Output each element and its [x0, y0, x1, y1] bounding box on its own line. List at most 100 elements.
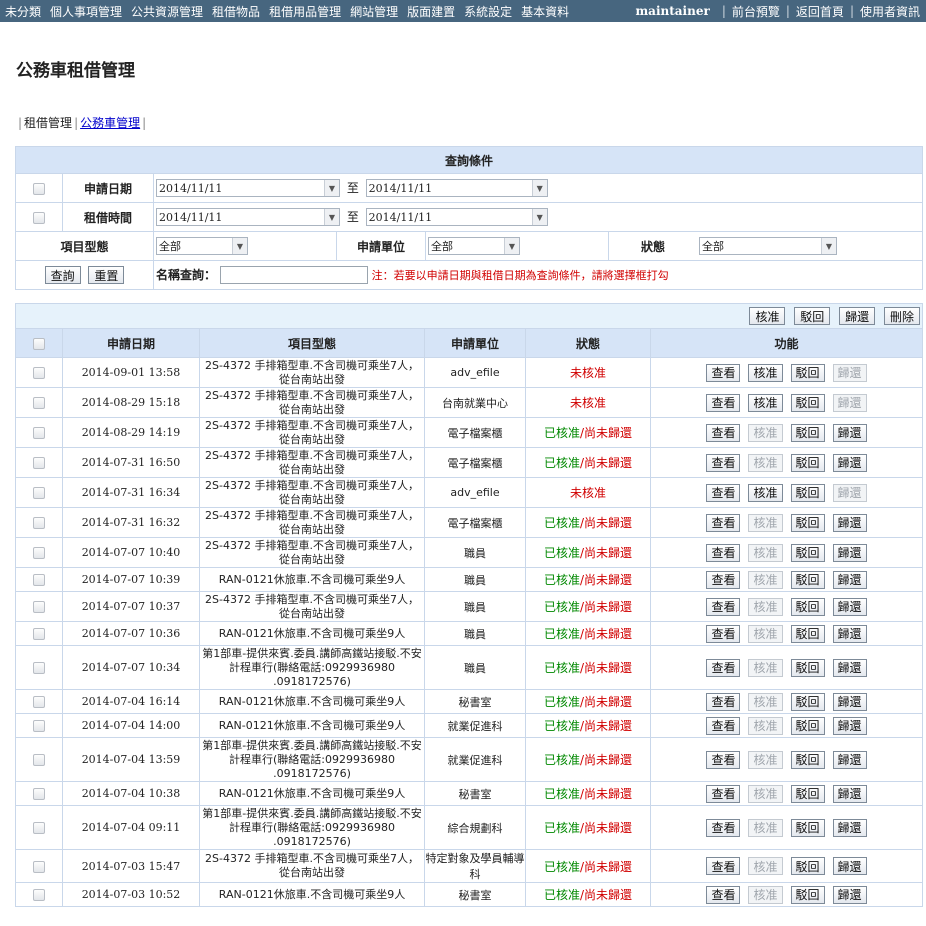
view-button[interactable]: 查看	[706, 393, 741, 412]
unit-select[interactable]: 全部 ▼	[428, 237, 520, 255]
return-button[interactable]: 歸還	[832, 624, 867, 643]
view-button[interactable]: 查看	[706, 363, 741, 382]
approve-button[interactable]: 核准	[748, 363, 783, 382]
reject-button[interactable]: 駁回	[790, 483, 825, 502]
reject-button[interactable]: 駁回	[790, 423, 825, 442]
bulk-delete-button[interactable]: 刪除	[883, 307, 920, 325]
reject-button[interactable]: 駁回	[790, 750, 825, 769]
reject-button[interactable]: 駁回	[790, 513, 825, 532]
row-checkbox[interactable]	[33, 754, 45, 766]
row-checkbox[interactable]	[33, 397, 45, 409]
reject-button[interactable]: 駁回	[790, 716, 825, 735]
view-button[interactable]: 查看	[706, 453, 741, 472]
view-button[interactable]: 查看	[706, 716, 741, 735]
return-button[interactable]: 歸還	[832, 513, 867, 532]
row-checkbox[interactable]	[33, 517, 45, 529]
apply-date-to[interactable]: 2014/11/11 ▼	[365, 179, 548, 198]
reject-button[interactable]: 駁回	[790, 543, 825, 562]
reject-button[interactable]: 駁回	[790, 658, 825, 677]
apply-date-checkbox[interactable]	[33, 182, 45, 195]
link-home[interactable]: 返回首頁	[796, 3, 844, 20]
return-button[interactable]: 歸還	[832, 716, 867, 735]
subnav-car-management[interactable]: 公務車管理	[80, 116, 140, 130]
menu-item[interactable]: 租借用品管理	[269, 3, 341, 20]
reject-button[interactable]: 駁回	[790, 857, 825, 875]
menu-item[interactable]: 未分類	[5, 3, 41, 20]
row-checkbox[interactable]	[33, 487, 45, 499]
return-button[interactable]: 歸還	[832, 543, 867, 562]
approve-button[interactable]: 核准	[748, 483, 783, 502]
return-button[interactable]: 歸還	[832, 570, 867, 589]
rent-time-from[interactable]: 2014/11/11 ▼	[156, 208, 340, 227]
view-button[interactable]: 查看	[706, 658, 741, 677]
return-button[interactable]: 歸還	[832, 885, 867, 904]
return-button[interactable]: 歸還	[832, 784, 867, 803]
reject-button[interactable]: 駁回	[790, 784, 825, 803]
menu-item[interactable]: 個人事項管理	[50, 3, 122, 20]
reject-button[interactable]: 駁回	[790, 624, 825, 643]
rent-time-to[interactable]: 2014/11/11 ▼	[365, 208, 548, 227]
row-checkbox[interactable]	[33, 457, 45, 469]
return-button[interactable]: 歸還	[832, 658, 867, 677]
view-button[interactable]: 查看	[706, 423, 741, 442]
menu-item[interactable]: 版面建置	[407, 3, 455, 20]
bulk-return-button[interactable]: 歸還	[839, 307, 876, 325]
reset-button[interactable]: 重置	[88, 266, 125, 284]
menu-item[interactable]: 公共資源管理	[131, 3, 203, 20]
reject-button[interactable]: 駁回	[790, 570, 825, 589]
return-button[interactable]: 歸還	[832, 692, 867, 711]
reject-button[interactable]: 駁回	[790, 818, 825, 837]
row-checkbox[interactable]	[33, 662, 45, 674]
row-checkbox[interactable]	[33, 367, 45, 379]
view-button[interactable]: 查看	[706, 857, 741, 875]
menu-item[interactable]: 網站管理	[350, 3, 398, 20]
apply-date-from[interactable]: 2014/11/11 ▼	[156, 179, 340, 198]
select-all-checkbox[interactable]	[33, 337, 45, 350]
reject-button[interactable]: 駁回	[790, 597, 825, 616]
return-button[interactable]: 歸還	[832, 453, 867, 472]
reject-button[interactable]: 駁回	[790, 692, 825, 711]
reject-button[interactable]: 駁回	[790, 363, 825, 382]
row-checkbox[interactable]	[33, 427, 45, 439]
rent-time-checkbox[interactable]	[33, 211, 45, 224]
view-button[interactable]: 查看	[706, 543, 741, 562]
view-button[interactable]: 查看	[706, 483, 741, 502]
menu-item[interactable]: 基本資料	[521, 3, 569, 20]
view-button[interactable]: 查看	[706, 692, 741, 711]
row-checkbox[interactable]	[33, 889, 45, 901]
search-button[interactable]: 查詢	[44, 266, 81, 284]
subnav-rent-management[interactable]: 租借管理	[24, 116, 72, 130]
status-select[interactable]: 全部 ▼	[699, 237, 837, 255]
return-button[interactable]: 歸還	[832, 857, 867, 875]
return-button[interactable]: 歸還	[832, 818, 867, 837]
row-checkbox[interactable]	[33, 628, 45, 640]
row-checkbox[interactable]	[33, 696, 45, 708]
type-select[interactable]: 全部 ▼	[156, 237, 248, 255]
bulk-reject-button[interactable]: 駁回	[794, 307, 831, 325]
bulk-approve-button[interactable]: 核准	[749, 307, 786, 325]
reject-button[interactable]: 駁回	[790, 885, 825, 904]
link-user-info[interactable]: 使用者資訊	[860, 3, 920, 20]
return-button[interactable]: 歸還	[832, 750, 867, 769]
menu-item[interactable]: 系統設定	[464, 3, 512, 20]
reject-button[interactable]: 駁回	[790, 393, 825, 412]
row-checkbox[interactable]	[33, 860, 45, 873]
row-checkbox[interactable]	[33, 720, 45, 732]
view-button[interactable]: 查看	[706, 885, 741, 904]
name-search-input[interactable]	[219, 266, 368, 285]
row-checkbox[interactable]	[33, 601, 45, 613]
menu-item[interactable]: 租借物品	[212, 3, 260, 20]
row-checkbox[interactable]	[33, 788, 45, 800]
view-button[interactable]: 查看	[706, 624, 741, 643]
approve-button[interactable]: 核准	[748, 393, 783, 412]
view-button[interactable]: 查看	[706, 513, 741, 532]
return-button[interactable]: 歸還	[832, 597, 867, 616]
row-checkbox[interactable]	[33, 574, 45, 586]
view-button[interactable]: 查看	[706, 597, 741, 616]
view-button[interactable]: 查看	[706, 570, 741, 589]
return-button[interactable]: 歸還	[832, 423, 867, 442]
view-button[interactable]: 查看	[706, 818, 741, 837]
row-checkbox[interactable]	[33, 822, 45, 834]
view-button[interactable]: 查看	[706, 784, 741, 803]
view-button[interactable]: 查看	[706, 750, 741, 769]
